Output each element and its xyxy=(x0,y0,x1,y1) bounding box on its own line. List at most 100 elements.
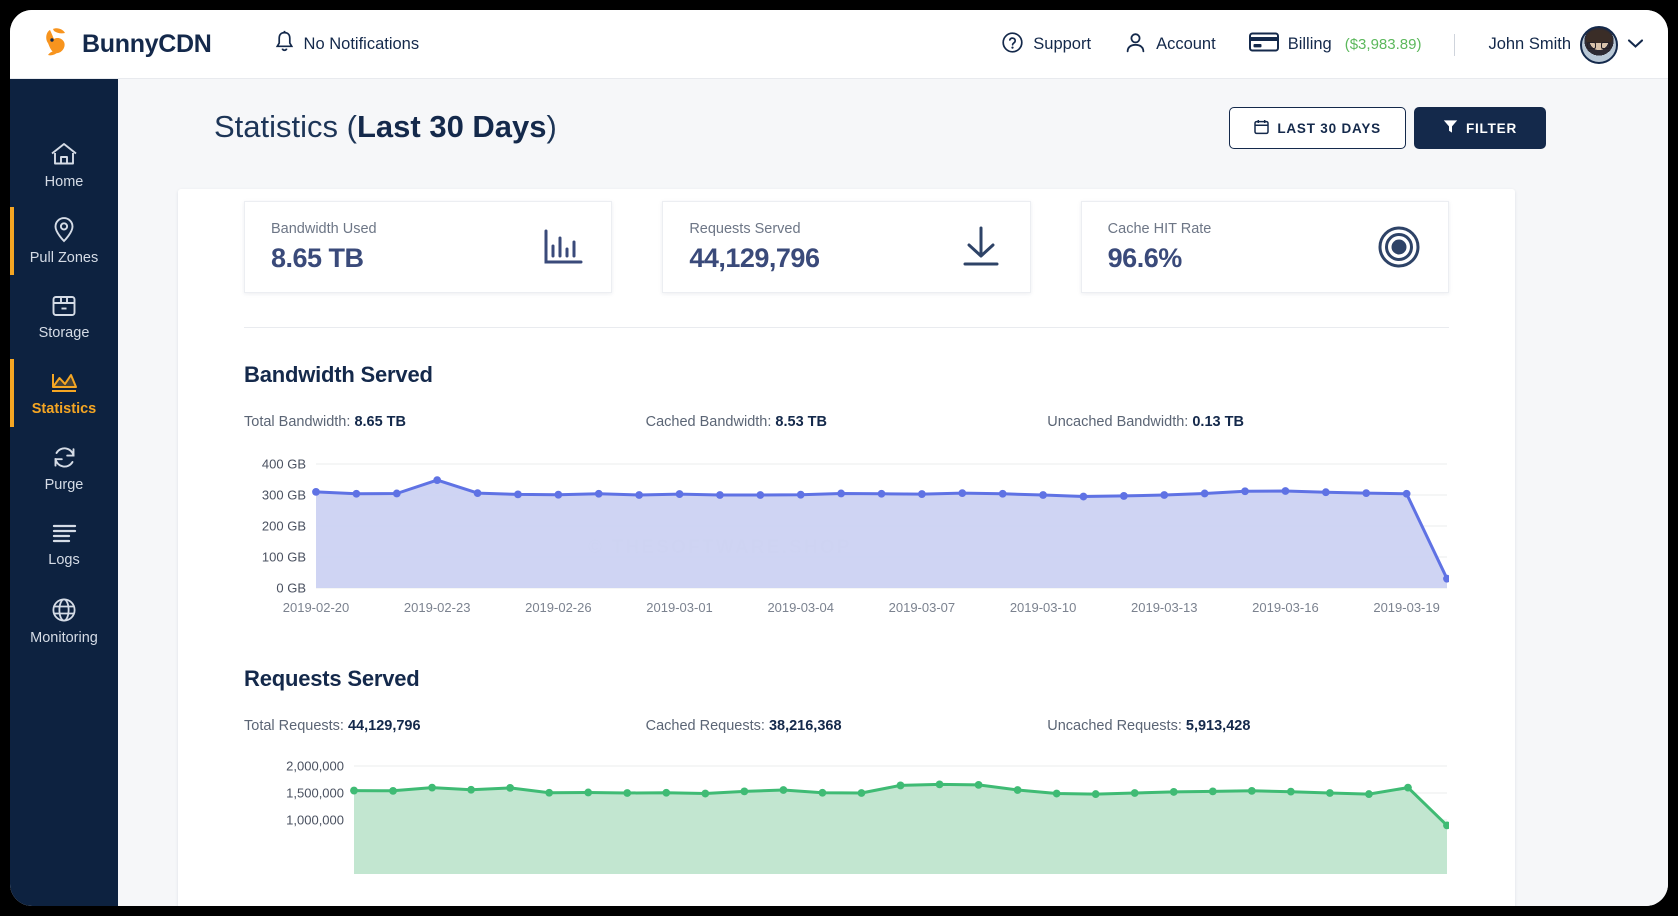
stat-total-bandwidth: Total Bandwidth: 8.65 TB xyxy=(244,414,646,430)
bandwidth-section: Bandwidth Served Total Bandwidth: 8.65 T… xyxy=(178,362,1515,632)
refresh-icon xyxy=(51,445,78,470)
credit-card-icon xyxy=(1249,31,1279,58)
brand-name: BunnyCDN xyxy=(82,30,212,59)
requests-stats: Total Requests: 44,129,796 Cached Reques… xyxy=(244,718,1449,734)
stat-label: Total Bandwidth: xyxy=(244,414,350,430)
app-window: BunnyCDN No Notifications xyxy=(10,10,1668,906)
sidebar-item-storage[interactable]: Storage xyxy=(10,279,118,355)
card-requests-served: Requests Served 44,129,796 xyxy=(662,201,1030,293)
bunny-logo-icon xyxy=(39,25,73,64)
person-icon xyxy=(1124,31,1147,59)
stat-cached-requests: Cached Requests: 38,216,368 xyxy=(646,718,1048,734)
stat-label: Cached Requests: xyxy=(646,718,765,734)
stat-value: 38,216,368 xyxy=(769,718,842,734)
notifications-label: No Notifications xyxy=(304,35,420,54)
stat-uncached-bandwidth: Uncached Bandwidth: 0.13 TB xyxy=(1047,414,1449,430)
list-lines-icon xyxy=(51,523,78,545)
support-label: Support xyxy=(1033,35,1091,54)
avatar-glasses-right xyxy=(1601,42,1610,49)
card-value: 8.65 TB xyxy=(271,243,377,274)
account-button[interactable]: Account xyxy=(1124,31,1216,59)
account-label: Account xyxy=(1156,35,1216,54)
svg-text:2019-03-04: 2019-03-04 xyxy=(767,600,834,615)
sidebar-item-home[interactable]: Home xyxy=(10,127,118,203)
stat-value: 8.65 TB xyxy=(354,414,406,430)
bell-icon xyxy=(274,30,295,58)
card-label: Bandwidth Used xyxy=(271,221,377,237)
filter-button[interactable]: FILTER xyxy=(1414,107,1546,149)
header-divider xyxy=(1454,34,1455,56)
user-name-label: John Smith xyxy=(1488,35,1571,54)
page-header: Statistics (Last 30 Days) LAST 30 DAYS xyxy=(118,79,1668,175)
svg-text:2,000,000: 2,000,000 xyxy=(286,759,344,774)
calendar-icon xyxy=(1254,119,1269,138)
stat-label: Uncached Requests: xyxy=(1047,718,1182,734)
svg-text:2019-03-07: 2019-03-07 xyxy=(889,600,956,615)
filter-label: FILTER xyxy=(1466,121,1517,136)
stat-label: Uncached Bandwidth: xyxy=(1047,414,1188,430)
svg-text:400 GB: 400 GB xyxy=(262,457,306,472)
sidebar-item-logs[interactable]: Logs xyxy=(10,507,118,583)
card-cache-hit-rate: Cache HIT Rate 96.6% xyxy=(1081,201,1449,293)
brand-logo[interactable]: BunnyCDN xyxy=(39,25,212,64)
svg-text:0 GB: 0 GB xyxy=(276,581,306,596)
panel-divider xyxy=(244,327,1449,328)
svg-text:2019-03-19: 2019-03-19 xyxy=(1373,600,1440,615)
target-icon xyxy=(1376,224,1422,270)
section-title: Bandwidth Served xyxy=(244,362,1449,388)
stat-value: 0.13 TB xyxy=(1192,414,1244,430)
sidebar-item-purge[interactable]: Purge xyxy=(10,431,118,507)
map-pin-icon xyxy=(52,216,76,243)
user-menu[interactable]: John Smith xyxy=(1488,26,1644,64)
page-title-bold: Last 30 Days xyxy=(357,109,547,144)
stat-total-requests: Total Requests: 44,129,796 xyxy=(244,718,646,734)
bandwidth-chart[interactable]: 0 GB 100 GB 200 GB 300 GB 400 GB 2019-02-20 20… xyxy=(244,452,1449,632)
svg-text:2019-03-16: 2019-03-16 xyxy=(1252,600,1319,615)
sidebar-item-label: Logs xyxy=(48,552,79,568)
chevron-down-icon[interactable] xyxy=(1627,36,1644,53)
sidebar-item-label: Home xyxy=(45,174,84,190)
svg-text:1,500,000: 1,500,000 xyxy=(286,786,344,801)
sidebar-item-monitoring[interactable]: Monitoring xyxy=(10,583,118,659)
main-content: Statistics (Last 30 Days) LAST 30 DAYS xyxy=(118,79,1668,906)
page-actions: LAST 30 DAYS FILTER xyxy=(1229,107,1546,149)
requests-chart[interactable]: 1,000,000 1,500,000 2,000,000 xyxy=(244,756,1449,876)
sidebar-nav: Home Pull Zones Storage xyxy=(10,79,118,906)
svg-text:2019-03-01: 2019-03-01 xyxy=(646,600,713,615)
card-label: Cache HIT Rate xyxy=(1108,221,1212,237)
summary-cards: Bandwidth Used 8.65 TB Requests Served 4… xyxy=(178,189,1515,293)
svg-text:100 GB: 100 GB xyxy=(262,550,306,565)
stat-value: 44,129,796 xyxy=(348,718,421,734)
sidebar-item-pull-zones[interactable]: Pull Zones xyxy=(10,203,118,279)
svg-text:300 GB: 300 GB xyxy=(262,488,306,503)
page-title-plain: Statistics ( xyxy=(214,109,357,144)
date-range-label: LAST 30 DAYS xyxy=(1277,121,1381,136)
svg-text:2019-03-13: 2019-03-13 xyxy=(1131,600,1198,615)
question-circle-icon xyxy=(1001,31,1024,59)
page-title-tail: ) xyxy=(547,109,557,144)
stat-value: 5,913,428 xyxy=(1186,718,1251,734)
avatar[interactable] xyxy=(1580,26,1618,64)
home-icon xyxy=(50,141,78,167)
stat-label: Cached Bandwidth: xyxy=(646,414,772,430)
sidebar-item-label: Purge xyxy=(45,477,84,493)
notifications-button[interactable]: No Notifications xyxy=(274,30,420,58)
svg-text:200 GB: 200 GB xyxy=(262,519,306,534)
sidebar-item-statistics[interactable]: Statistics xyxy=(10,355,118,431)
support-button[interactable]: Support xyxy=(1001,31,1091,59)
header-actions: Support Account xyxy=(1001,10,1644,79)
svg-text:2019-02-23: 2019-02-23 xyxy=(404,600,471,615)
billing-button[interactable]: Billing ($3,983.89) xyxy=(1249,31,1422,58)
card-bandwidth-used: Bandwidth Used 8.65 TB xyxy=(244,201,612,293)
page-title: Statistics (Last 30 Days) xyxy=(214,109,557,145)
stat-uncached-requests: Uncached Requests: 5,913,428 xyxy=(1047,718,1449,734)
avatar-hair xyxy=(1586,30,1612,43)
globe-icon xyxy=(51,597,77,623)
section-title: Requests Served xyxy=(244,666,1449,692)
download-arrow-icon xyxy=(958,224,1004,270)
date-range-button[interactable]: LAST 30 DAYS xyxy=(1229,107,1406,149)
svg-text:2019-02-20: 2019-02-20 xyxy=(283,600,350,615)
stat-value: 8.53 TB xyxy=(775,414,827,430)
svg-text:1,000,000: 1,000,000 xyxy=(286,813,344,828)
card-label: Requests Served xyxy=(689,221,819,237)
